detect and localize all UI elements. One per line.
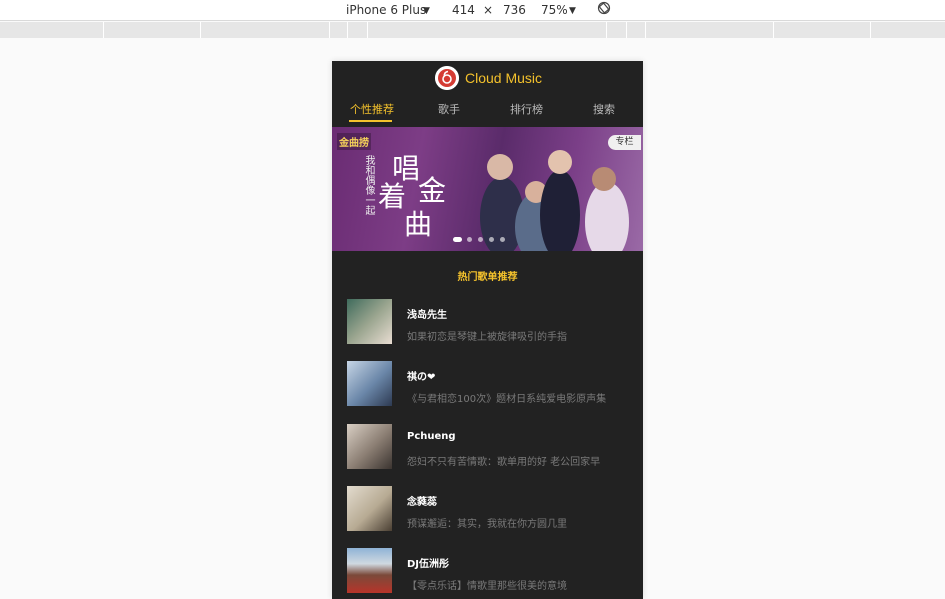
- dimension-separator: ×: [483, 3, 494, 17]
- media-query-ruler[interactable]: [0, 22, 945, 38]
- carousel-dot[interactable]: [467, 237, 472, 242]
- playlist-cover: [347, 486, 392, 531]
- tab-recommend[interactable]: 个性推荐: [350, 103, 394, 117]
- netease-music-logo: [435, 66, 459, 90]
- active-tab-indicator: [349, 120, 392, 122]
- tab-charts[interactable]: 排行榜: [510, 103, 543, 117]
- carousel-dot[interactable]: [500, 237, 505, 242]
- playlist-desc: 怨妇不只有苦情歌：歌单用的好 老公回家早: [407, 457, 601, 468]
- playlist-item[interactable]: 浅岛先生 如果初恋是琴键上被旋律吸引的手指: [347, 299, 637, 345]
- app-name: Cloud Music: [465, 70, 543, 86]
- playlist-desc: 如果初恋是琴键上被旋律吸引的手指: [407, 332, 567, 343]
- playlist-item[interactable]: 念蕤蕊 预谋邂逅：其实，我就在你方圆几里: [347, 486, 637, 532]
- banner-headline: 唱 着 金 曲: [378, 147, 458, 247]
- mobile-viewport: Cloud Music 个性推荐 歌手 排行榜 搜索 金曲捞 我和偶像一起 唱 …: [332, 61, 643, 599]
- banner-side-text: 我和偶像一起: [363, 155, 374, 215]
- banner-char: 曲: [404, 208, 433, 241]
- playlist-desc: 【零点乐话】情歌里那些很美的意境: [407, 581, 567, 592]
- banner-char: 着: [378, 180, 407, 213]
- carousel-dot[interactable]: [453, 237, 462, 242]
- playlist-title: DJ伍洲彤: [407, 559, 450, 570]
- playlist-item[interactable]: Pchueng 怨妇不只有苦情歌：歌单用的好 老公回家早: [347, 424, 637, 470]
- rotate-icon[interactable]: [597, 1, 611, 15]
- tab-singers[interactable]: 歌手: [438, 103, 460, 117]
- banner-artwork: [480, 150, 629, 251]
- device-dropdown-icon[interactable]: ▼: [423, 4, 430, 18]
- playlist-cover: [347, 424, 392, 469]
- section-title: 热门歌单推荐: [457, 272, 518, 283]
- zoom-dropdown-icon[interactable]: ▼: [569, 4, 576, 18]
- banner-carousel[interactable]: 金曲捞 我和偶像一起 唱 着 金 曲 专栏: [332, 127, 643, 251]
- carousel-dot[interactable]: [489, 237, 494, 242]
- playlist-item[interactable]: DJ伍洲彤 【零点乐话】情歌里那些很美的意境: [347, 548, 637, 594]
- playlist-item[interactable]: 祺の❤ 《与君相恋100次》题材日系纯爱电影原声集: [347, 361, 637, 407]
- playlist-title: 祺の❤: [407, 372, 436, 383]
- playlist-desc: 《与君相恋100次》题材日系纯爱电影原声集: [407, 394, 607, 405]
- tab-search[interactable]: 搜索: [593, 103, 615, 117]
- carousel-dot[interactable]: [478, 237, 483, 242]
- playlist-cover: [347, 361, 392, 406]
- playlist-title: Pchueng: [407, 431, 456, 442]
- playlist-cover: [347, 299, 392, 344]
- device-width-input[interactable]: 414: [452, 3, 475, 17]
- banner-tag: 金曲捞: [337, 133, 371, 150]
- playlist-title: 浅岛先生: [407, 310, 447, 321]
- playlist-cover: [347, 548, 392, 593]
- playlist-desc: 预谋邂逅：其实，我就在你方圆几里: [407, 519, 567, 530]
- column-badge: 专栏: [608, 135, 641, 150]
- device-toolbar: iPhone 6 Plus ▼ 414 × 736 75% ▼: [0, 0, 945, 21]
- device-select[interactable]: iPhone 6 Plus: [346, 3, 426, 17]
- zoom-select[interactable]: 75%: [541, 3, 568, 17]
- playlist-title: 念蕤蕊: [407, 497, 437, 508]
- device-height-input[interactable]: 736: [503, 3, 526, 17]
